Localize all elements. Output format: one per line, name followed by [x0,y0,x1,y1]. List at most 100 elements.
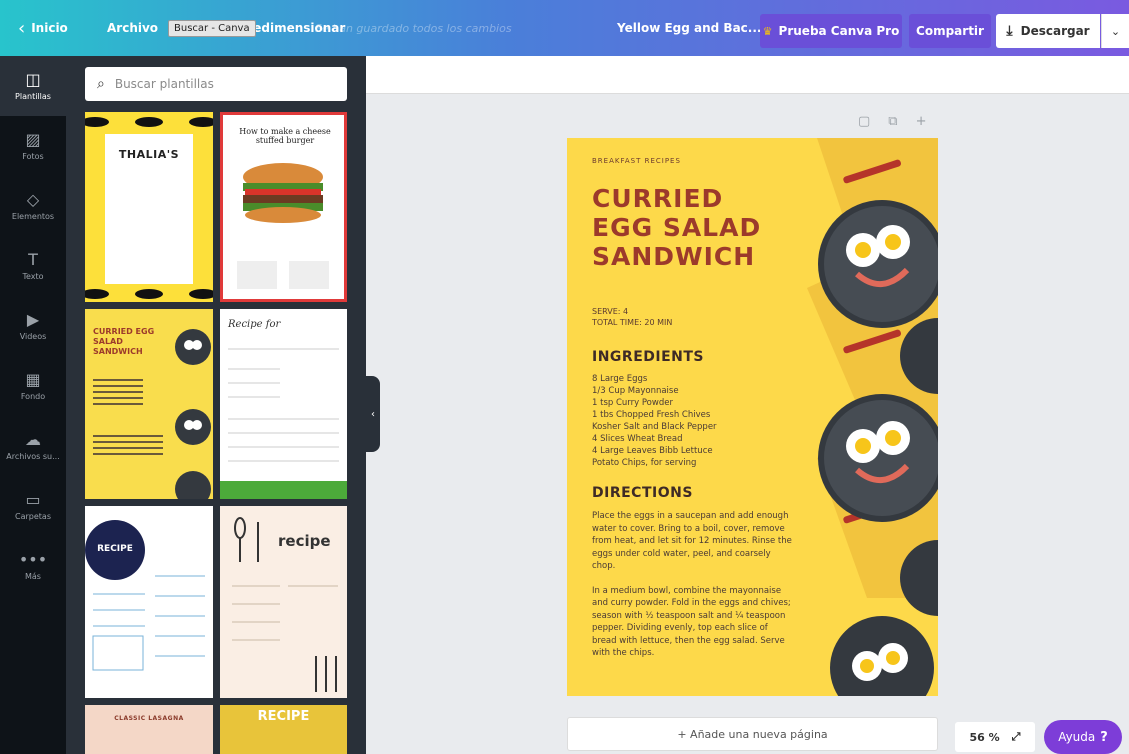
directions-heading: DIRECTIONS [592,485,693,501]
help-label: Ayuda [1058,730,1096,744]
chevron-left-icon: ‹ [18,17,26,39]
rail-label: Fondo [20,391,46,401]
side-rail: ◫ Plantillas ▨ Fotos ◇ Elementos T Texto… [0,56,66,754]
direction-paragraph: Place the eggs in a saucepan and add eno… [592,511,792,571]
total-time-text: TOTAL TIME: 20 MIN [592,318,673,327]
template-graphic [232,517,338,692]
design-page[interactable]: BREAKFAST RECIPES CURRIED EGG SALAD SAND… [567,138,938,696]
tooltip: Buscar - Canva [168,20,256,37]
template-title: THALIA'S [118,148,180,161]
template-thumbnail[interactable]: CLASSIC LASAGNA [85,705,213,754]
ingredient-item: 1/3 Cup Mayonnaise [592,386,679,396]
rail-label: Archivos su... [6,451,60,461]
rail-item-background[interactable]: ▦ Fondo [0,356,66,416]
note-icon[interactable]: ▢ [858,114,870,129]
rail-item-more[interactable]: ••• Más [0,536,66,596]
rail-item-videos[interactable]: ▶ Videos [0,296,66,356]
shapes-icon: ◇ [26,189,40,209]
burger-image [237,163,329,289]
ingredient-item: 8 Large Eggs [592,374,648,384]
home-label: Inicio [31,21,68,35]
rail-label: Videos [19,331,47,341]
serves-text: SERVE: 4 [592,307,629,316]
photo-icon: ▨ [25,129,41,149]
collapse-panel-button[interactable]: ‹ [366,376,380,452]
background-icon: ▦ [25,369,41,389]
rail-item-uploads[interactable]: ☁ Archivos su... [0,416,66,476]
video-icon: ▶ [26,309,40,329]
template-title: RECIPE [97,544,133,554]
share-button[interactable]: Compartir [909,14,991,48]
home-button[interactable]: ‹ Inicio [18,0,68,56]
try-pro-label: Prueba Canva Pro [778,24,900,38]
folder-icon: ▭ [25,489,41,509]
more-icon: ••• [18,549,48,569]
zoom-level: 56 % [969,730,1000,744]
top-bar: ‹ Inicio Archivo Redimensionar Buscar - … [0,0,1129,56]
ingredient-item: Potato Chips, for serving [592,458,697,468]
rail-label: Texto [22,271,44,281]
page-kicker: BREAKFAST RECIPES [592,157,681,165]
template-graphic [93,329,211,499]
try-pro-button[interactable]: ♛ Prueba Canva Pro [760,14,902,48]
layout-icon: ◫ [25,69,41,89]
rail-label: Más [25,571,41,581]
rail-label: Elementos [11,211,55,221]
directions-text: Place the eggs in a saucepan and add eno… [592,510,792,660]
upload-icon: ☁ [25,429,41,449]
search-icon: ⌕ [97,76,105,92]
rail-label: Plantillas [15,91,51,101]
rail-item-text[interactable]: T Texto [0,236,66,296]
save-status: Se han guardado todos los cambios [315,21,512,35]
download-button[interactable]: ⤓ Descargar [996,14,1100,48]
template-graphic [85,112,213,302]
template-graphic [85,520,205,671]
download-icon: ⤓ [1006,23,1013,39]
page-tools: ▢ ⧉ + [858,114,927,129]
rail-item-photos[interactable]: ▨ Fotos [0,116,66,176]
ingredient-item: Kosher Salt and Black Pepper [592,422,717,432]
template-thumbnail[interactable]: Recipe for [220,309,347,499]
rail-label: Fotos [22,151,44,161]
template-title: CLASSIC LASAGNA [114,715,184,722]
template-thumbnail[interactable]: RECIPE [220,705,347,754]
chevron-down-icon: ⌄ [1110,24,1121,38]
rail-item-elements[interactable]: ◇ Elementos [0,176,66,236]
question-icon: ? [1100,729,1108,745]
ingredient-item: 1 tbs Chopped Fresh Chives [592,410,711,420]
download-options-button[interactable]: ⌄ [1101,14,1129,48]
download-label: Descargar [1020,24,1090,38]
text-icon: T [28,249,38,269]
rail-item-folders[interactable]: ▭ Carpetas [0,476,66,536]
template-title: RECIPE [257,709,310,724]
serving-info: SERVE: 4 TOTAL TIME: 20 MIN [592,306,672,328]
ingredient-item: 1 tsp Curry Powder [592,398,673,408]
template-search[interactable]: ⌕ [85,67,347,101]
add-page-button[interactable]: + Añade una nueva página [567,717,938,751]
template-thumbnail[interactable]: CURRIED EGG SALAD SANDWICH [85,309,213,499]
ingredient-item: 4 Slices Wheat Bread [592,434,683,444]
ingredient-item: 4 Large Leaves Bibb Lettuce [592,446,713,456]
ingredients-heading: INGREDIENTS [592,349,705,365]
rail-label: Carpetas [15,511,51,521]
direction-paragraph: In a medium bowl, combine the mayonnaise… [592,585,791,659]
recipe-title: CURRIED EGG SALAD SANDWICH [592,184,762,271]
template-thumbnail[interactable]: recipe [220,506,347,698]
ingredients-list: 8 Large Eggs 1/3 Cup Mayonnaise 1 tsp Cu… [592,373,717,469]
file-menu[interactable]: Archivo [107,0,158,56]
template-graphic [220,348,347,499]
chevron-left-icon: ‹ [371,408,375,420]
template-thumbnail[interactable]: RECIPE [85,506,213,698]
fullscreen-icon[interactable]: ⤢ [1012,730,1021,744]
template-thumbnail[interactable]: How to make a cheese stuffed burger [220,112,347,302]
help-button[interactable]: Ayuda ? [1044,720,1122,754]
search-input[interactable] [114,77,315,91]
duplicate-page-icon[interactable]: ⧉ [888,114,897,129]
rail-item-templates[interactable]: ◫ Plantillas [0,56,66,116]
zoom-control[interactable]: 56 % ⤢ [955,722,1035,752]
crown-icon: ♛ [762,24,773,38]
template-thumbnail[interactable]: THALIA'S [85,112,213,302]
document-title[interactable]: Yellow Egg and Bac... [617,0,761,56]
add-page-icon[interactable]: + [916,114,927,129]
editor-toolbar [366,56,1129,94]
